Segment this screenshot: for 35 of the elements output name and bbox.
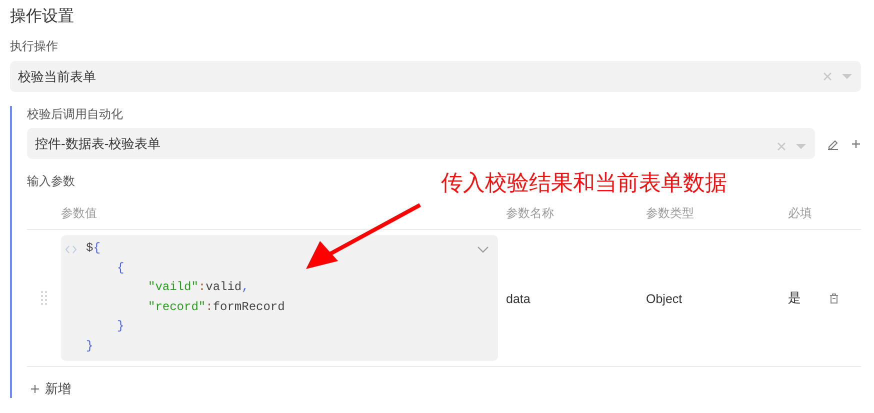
code-line: } <box>86 338 94 354</box>
table-cell: Object <box>646 292 682 306</box>
clear-icon[interactable] <box>776 141 787 152</box>
code-line: "vaild":valid, <box>147 279 249 296</box>
caret-icon[interactable] <box>795 142 807 151</box>
add-icon[interactable] <box>31 385 39 393</box>
table-cell: 是 <box>788 289 801 307</box>
column-header: 参数值 <box>61 205 98 222</box>
drag-handle-icon[interactable] <box>40 290 48 306</box>
field-label: 输入参数 <box>27 173 75 189</box>
trash-icon[interactable] <box>829 292 839 304</box>
chevron-icon[interactable] <box>477 246 489 254</box>
code-editor[interactable]: ${ { "vaild":valid, "record":formRecord } } <box>61 235 498 361</box>
code-line: "record":formRecord <box>147 298 285 316</box>
code-line: { <box>116 260 124 276</box>
add-button[interactable]: 新增 <box>31 380 71 398</box>
select-value: 控件-数据表-校验表单 <box>35 134 161 152</box>
annotation-text: 传入校验结果和当前表单数据 <box>441 169 727 197</box>
code-icon[interactable] <box>65 245 77 254</box>
table-cell: data <box>506 292 530 306</box>
action-select[interactable]: 校验当前表单 <box>10 61 861 92</box>
column-header: 参数名称 <box>506 205 555 222</box>
edit-icon[interactable] <box>827 138 839 150</box>
code-line: ${ <box>86 240 100 257</box>
select-value: 校验当前表单 <box>18 68 96 86</box>
field-label: 执行操作 <box>10 38 58 54</box>
clear-icon[interactable] <box>822 71 833 82</box>
code-line: } <box>116 318 124 335</box>
field-label: 校验后调用自动化 <box>27 106 123 122</box>
automation-select[interactable]: 控件-数据表-校验表单 <box>27 128 815 159</box>
caret-icon[interactable] <box>841 72 853 81</box>
column-header: 参数类型 <box>646 205 695 222</box>
add-icon[interactable] <box>851 138 861 148</box>
column-header: 必填 <box>788 205 813 222</box>
section-title: 操作设置 <box>10 7 75 27</box>
